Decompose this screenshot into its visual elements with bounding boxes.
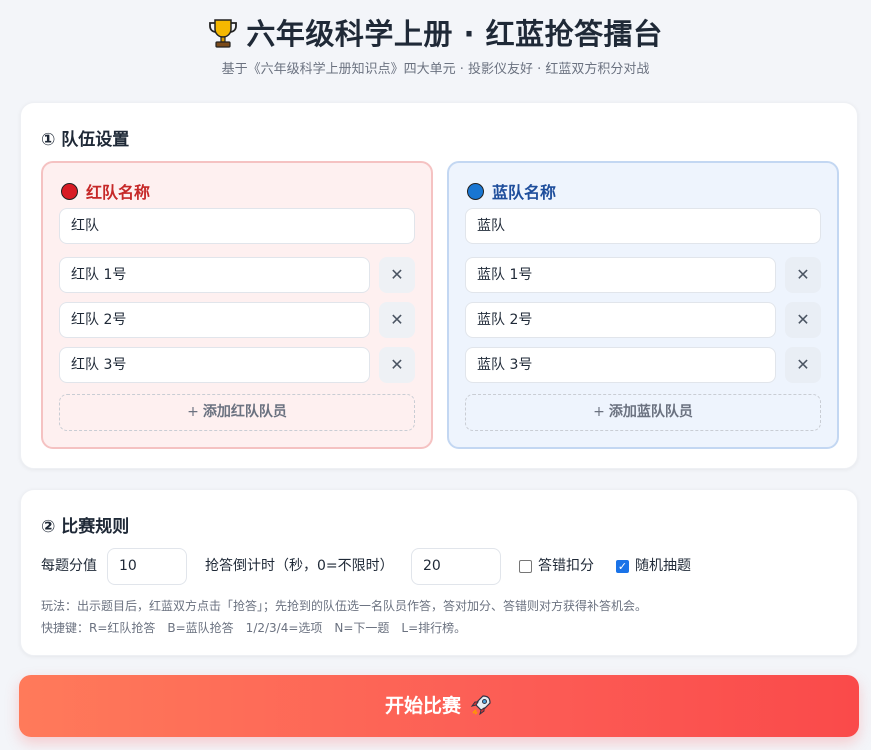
deduct-label[interactable]: 答错扣分	[538, 548, 594, 585]
close-icon: ✕	[796, 265, 810, 284]
red-team-panel: 红队名称 红队 红队 1号 ✕ 红队 2号 ✕ 红队 3号 ✕ + 添加红队队员	[41, 161, 433, 449]
close-icon: ✕	[390, 310, 404, 329]
close-icon: ✕	[390, 265, 404, 284]
blue-member-2-remove-button[interactable]: ✕	[785, 302, 821, 338]
red-member-1-remove-button[interactable]: ✕	[379, 257, 415, 293]
blue-team-label: 蓝队名称	[467, 179, 556, 203]
blue-member-1-remove-button[interactable]: ✕	[785, 257, 821, 293]
team-setup-card: ① 队伍设置 红队名称 红队 红队 1号 ✕ 红队 2号 ✕ 红队 3号 ✕ +…	[20, 102, 858, 469]
blue-team-label-text: 蓝队名称	[492, 183, 557, 202]
trophy-icon	[209, 19, 238, 48]
red-team-label: 红队名称	[61, 179, 150, 203]
add-blue-member-label: 添加蓝队队员	[608, 404, 693, 420]
points-label: 每题分值	[41, 558, 97, 574]
rules-card: ② 比赛规则 每题分值 10 抢答倒计时（秒，0=不限时） 20 答错扣分 ✓ …	[20, 489, 858, 656]
red-circle-icon	[61, 182, 78, 200]
close-icon: ✕	[796, 355, 810, 374]
page-subtitle: 基于《六年级科学上册知识点》四大单元 · 投影仪友好 · 红蓝双方积分对战	[221, 62, 650, 77]
red-member-input-2[interactable]: 红队 2号	[59, 302, 370, 338]
add-blue-member-button[interactable]: + 添加蓝队队员	[465, 394, 821, 431]
blue-circle-icon	[467, 182, 484, 200]
page-title: 六年级科学上册 · 红蓝抢答擂台	[0, 14, 871, 54]
start-game-button[interactable]: 开始比赛	[19, 675, 859, 737]
red-team-label-text: 红队名称	[86, 183, 151, 202]
close-icon: ✕	[390, 355, 404, 374]
play-hint: 玩法：出示题目后，红蓝双方点击「抢答」；先抢到的队伍选一名队员作答，答对加分、答…	[41, 599, 648, 613]
add-red-member-label: 添加红队队员	[202, 404, 287, 420]
blue-member-3-remove-button[interactable]: ✕	[785, 347, 821, 383]
shortcut-hint: 快捷键：R=红队抢答 B=蓝队抢答 1/2/3/4=选项 N=下一题 L=排行榜…	[41, 621, 467, 635]
blue-team-panel: 蓝队名称 蓝队 蓝队 1号 ✕ 蓝队 2号 ✕ 蓝队 3号 ✕ + 添加蓝队队员	[447, 161, 839, 449]
random-checkbox[interactable]: ✓	[616, 560, 629, 573]
blue-team-name-input[interactable]: 蓝队	[465, 208, 821, 244]
plus-icon: +	[593, 404, 605, 420]
timer-input[interactable]: 20	[411, 548, 501, 585]
points-input[interactable]: 10	[107, 548, 187, 585]
blue-member-input-3[interactable]: 蓝队 3号	[465, 347, 776, 383]
random-label[interactable]: 随机抽题	[635, 548, 691, 585]
plus-icon: +	[187, 404, 199, 420]
timer-label: 抢答倒计时（秒，0=不限时）	[205, 558, 394, 574]
team-setup-title: ① 队伍设置	[41, 130, 130, 150]
close-icon: ✕	[796, 310, 810, 329]
red-member-input-1[interactable]: 红队 1号	[59, 257, 370, 293]
rules-title: ② 比赛规则	[41, 517, 130, 537]
blue-member-input-2[interactable]: 蓝队 2号	[465, 302, 776, 338]
red-member-3-remove-button[interactable]: ✕	[379, 347, 415, 383]
rocket-icon	[470, 695, 491, 716]
title-text: 六年级科学上册 · 红蓝抢答擂台	[246, 17, 663, 51]
red-member-2-remove-button[interactable]: ✕	[379, 302, 415, 338]
add-red-member-button[interactable]: + 添加红队队员	[59, 394, 415, 431]
red-team-name-input[interactable]: 红队	[59, 208, 415, 244]
red-member-input-3[interactable]: 红队 3号	[59, 347, 370, 383]
rules-row: 每题分值 10 抢答倒计时（秒，0=不限时） 20 答错扣分 ✓ 随机抽题	[41, 548, 837, 585]
start-game-label: 开始比赛	[384, 695, 461, 717]
deduct-checkbox[interactable]	[519, 560, 532, 573]
page-header: 六年级科学上册 · 红蓝抢答擂台 基于《六年级科学上册知识点》四大单元 · 投影…	[0, 0, 871, 77]
blue-member-input-1[interactable]: 蓝队 1号	[465, 257, 776, 293]
checkmark-icon: ✓	[617, 560, 628, 573]
